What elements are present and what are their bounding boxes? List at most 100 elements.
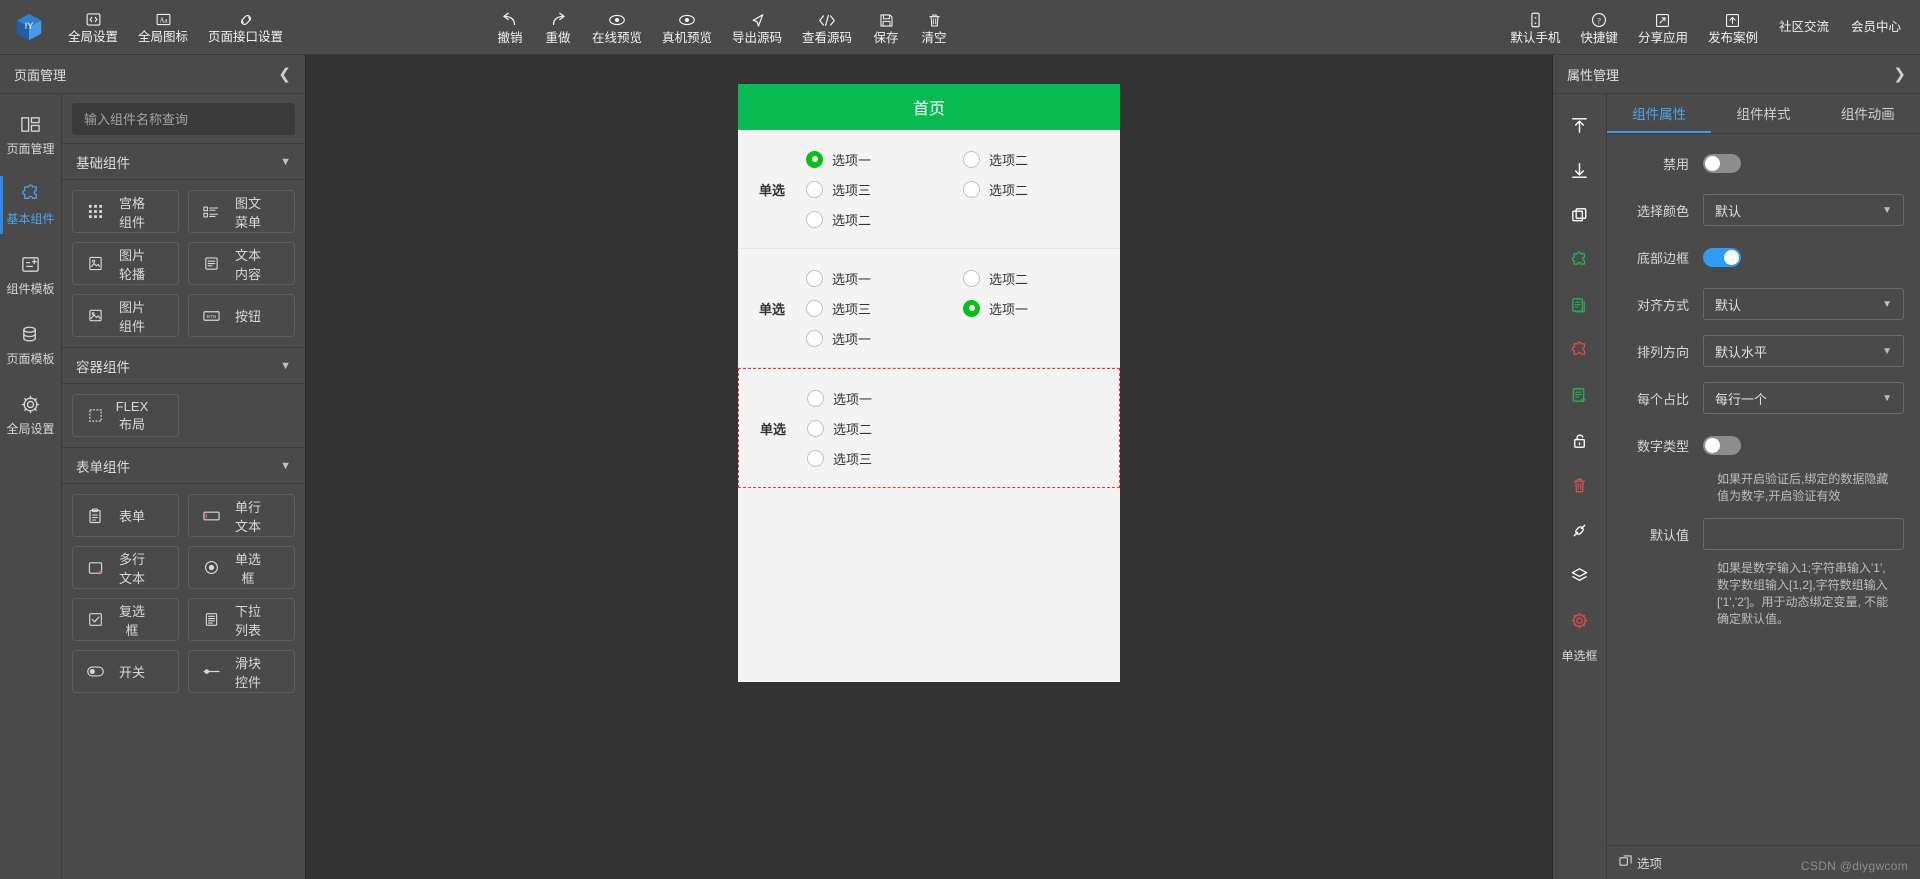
tab-component-animations[interactable]: 组件动画 <box>1816 94 1920 133</box>
component-card-image[interactable]: 图片组件 <box>72 294 179 337</box>
move-to-bottom-icon[interactable] <box>1558 148 1602 193</box>
radio-icon[interactable] <box>963 299 980 317</box>
radio-icon[interactable] <box>806 180 823 198</box>
component-card-switch[interactable]: 开关 <box>72 650 179 693</box>
component-card-carousel[interactable]: 图片轮播 <box>72 242 179 285</box>
default-value-input[interactable] <box>1703 518 1904 550</box>
radio-icon[interactable] <box>807 449 824 467</box>
section-header-basic[interactable]: 基础组件 ▼ <box>62 143 305 180</box>
toolbar-item-online-preview[interactable]: 在线预览 <box>582 8 652 48</box>
gear-icon <box>20 393 41 415</box>
toolbar-link-member-center[interactable]: 会员中心 <box>1840 0 1912 55</box>
section-header-form[interactable]: 表单组件 ▼ <box>62 447 305 484</box>
toolbar-item-global-settings[interactable]: 全局设置 <box>58 7 128 47</box>
direction-dropdown[interactable]: 默认水平 ▼ <box>1703 335 1904 367</box>
canvas-area[interactable]: 首页 单选 选项一 选项二 选项三 选项二 选项二 单选 选项一 选项二 选项三… <box>306 55 1552 879</box>
toolbar-item-save[interactable]: 保存 <box>862 8 910 48</box>
component-card-checkbox[interactable]: 复选框 <box>72 598 179 641</box>
app-logo[interactable]: IY <box>0 0 58 55</box>
alignment-dropdown[interactable]: 默认 ▼ <box>1703 288 1904 320</box>
toolbar-item-publish-case[interactable]: 发布案例 <box>1698 8 1768 48</box>
copy-icon[interactable] <box>1558 193 1602 238</box>
toolbar-item-global-icons[interactable]: Aa 全局图标 <box>128 7 198 47</box>
toolbar-link-community[interactable]: 社区交流 <box>1768 0 1840 55</box>
radio-icon[interactable] <box>807 419 824 437</box>
component-card-single-line-text[interactable]: 单行文本 <box>188 494 295 537</box>
radio-option[interactable]: 选项一 <box>963 293 1120 323</box>
doc-add-green-icon[interactable] <box>1558 373 1602 418</box>
component-card-button[interactable]: BTN 按钮 <box>188 294 295 337</box>
tab-component-properties[interactable]: 组件属性 <box>1607 94 1712 133</box>
toolbar-item-default-phone[interactable]: 默认手机 <box>1500 8 1570 48</box>
radio-icon[interactable] <box>806 269 823 287</box>
component-card-flex-layout[interactable]: FLEX布局 <box>72 394 179 437</box>
toolbar-item-redo[interactable]: 重做 <box>534 8 582 48</box>
sidebar-item-global-settings[interactable]: 全局设置 <box>0 380 61 450</box>
toolbar-item-label: 导出源码 <box>732 30 783 45</box>
toolbar-item-page-api-settings[interactable]: 页面接口设置 <box>198 7 293 47</box>
radio-group-block[interactable]: 单选 选项一 选项二 选项三 选项一 选项一 <box>738 249 1120 368</box>
plug-icon[interactable] <box>1558 508 1602 553</box>
toolbar-item-undo[interactable]: 撤销 <box>486 8 534 48</box>
toolbar-item-device-preview[interactable]: 真机预览 <box>652 8 722 48</box>
layers-icon[interactable] <box>1558 553 1602 598</box>
component-card-multi-line-text[interactable]: 多行文本 <box>72 546 179 589</box>
radio-group-block[interactable]: 单选 选项一 选项二 选项三 选项二 选项二 <box>738 130 1120 249</box>
number-type-switch[interactable] <box>1703 435 1741 455</box>
radio-option[interactable]: 选项一 <box>806 263 963 293</box>
radio-icon[interactable] <box>806 150 823 168</box>
puzzle-red-icon[interactable] <box>1558 328 1602 373</box>
radio-option[interactable]: 选项三 <box>806 174 963 204</box>
sidebar-item-component-templates[interactable]: 组件模板 <box>0 240 61 310</box>
component-card-slider[interactable]: 滑块控件 <box>188 650 295 693</box>
radio-group-block-selected[interactable]: 单选 选项一 选项二 选项三 <box>738 368 1120 488</box>
radio-icon[interactable] <box>806 299 823 317</box>
component-card-text-content[interactable]: 文本内容 <box>188 242 295 285</box>
tab-component-styles[interactable]: 组件样式 <box>1711 94 1815 133</box>
documents-green-icon[interactable] <box>1558 283 1602 328</box>
gear-red-icon[interactable] <box>1558 598 1602 643</box>
radio-icon[interactable] <box>807 389 824 407</box>
radio-icon[interactable] <box>806 329 823 347</box>
radio-option[interactable]: 选项三 <box>806 293 963 323</box>
unlock-icon[interactable] <box>1558 418 1602 463</box>
radio-option[interactable]: 选项一 <box>806 144 963 174</box>
radio-option[interactable]: 选项二 <box>963 174 1120 204</box>
per-row-dropdown[interactable]: 每行一个 ▼ <box>1703 382 1904 414</box>
radio-option[interactable]: 选项三 <box>807 443 1119 473</box>
trash-red-icon[interactable] <box>1558 463 1602 508</box>
component-card-image-menu[interactable]: 图文菜单 <box>188 190 295 233</box>
radio-option[interactable]: 选项一 <box>807 383 1119 413</box>
component-card-grid[interactable]: 宫格组件 <box>72 190 179 233</box>
move-to-top-icon[interactable] <box>1558 103 1602 148</box>
component-search-input[interactable] <box>72 103 295 135</box>
toolbar-item-shortcuts[interactable]: ? 快捷键 <box>1570 8 1628 48</box>
toolbar-item-share-app[interactable]: 分享应用 <box>1628 8 1698 48</box>
radio-option[interactable]: 选项二 <box>806 204 963 234</box>
bottom-border-switch[interactable] <box>1703 247 1741 267</box>
radio-icon[interactable] <box>806 210 823 228</box>
radio-option[interactable]: 选项二 <box>963 263 1120 293</box>
sidebar-item-page-management[interactable]: 页面管理 <box>0 100 61 170</box>
radio-icon[interactable] <box>963 150 980 168</box>
toolbar-item-clear[interactable]: 清空 <box>910 8 958 48</box>
component-card-dropdown[interactable]: 下拉列表 <box>188 598 295 641</box>
puzzle-green-icon[interactable] <box>1558 238 1602 283</box>
chevron-right-icon[interactable]: ❯ <box>1893 65 1906 83</box>
section-header-container[interactable]: 容器组件 ▼ <box>62 347 305 384</box>
toolbar-item-export-source[interactable]: 导出源码 <box>722 8 792 48</box>
sidebar-item-basic-components[interactable]: 基本组件 <box>0 170 61 240</box>
select-color-dropdown[interactable]: 默认 ▼ <box>1703 194 1904 226</box>
radio-option[interactable]: 选项二 <box>963 144 1120 174</box>
radio-option[interactable]: 选项二 <box>807 413 1119 443</box>
property-row-default-value: 默认值 <box>1607 515 1904 553</box>
toolbar-item-view-source[interactable]: 查看源码 <box>792 8 862 48</box>
component-card-radio[interactable]: 单选框 <box>188 546 295 589</box>
component-card-form[interactable]: 表单 <box>72 494 179 537</box>
radio-option[interactable]: 选项一 <box>806 323 963 353</box>
radio-icon[interactable] <box>963 180 980 198</box>
radio-icon[interactable] <box>963 269 980 287</box>
disabled-switch[interactable] <box>1703 153 1741 173</box>
sidebar-item-page-templates[interactable]: 页面模板 <box>0 310 61 380</box>
chevron-left-icon[interactable]: ❮ <box>278 65 291 83</box>
